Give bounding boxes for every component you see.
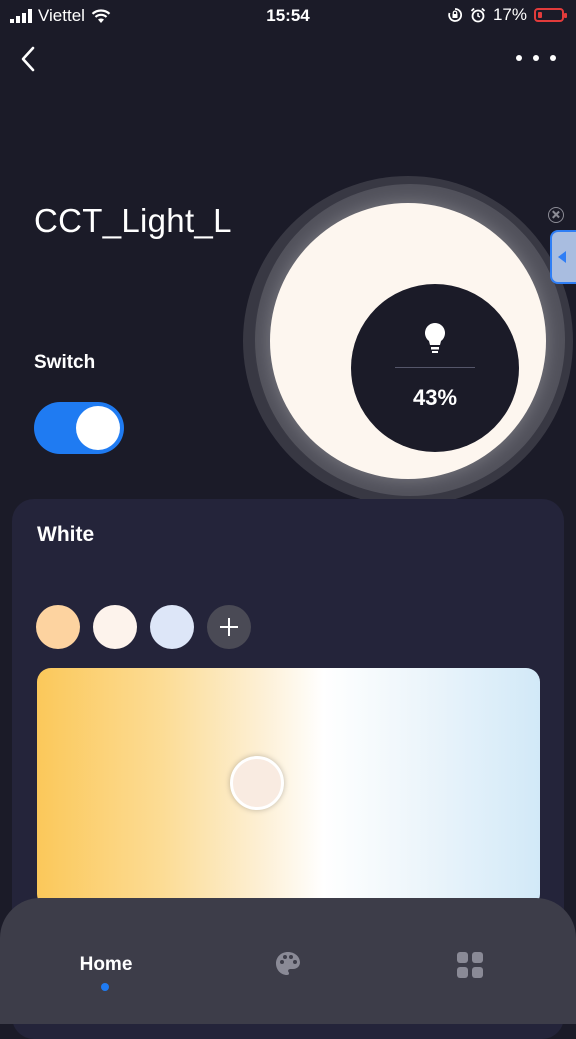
lightbulb-icon [425,323,445,353]
swatch-warm[interactable] [36,605,80,649]
device-name: CCT_Light_L [34,202,232,239]
add-swatch-button[interactable] [207,605,251,649]
power-toggle[interactable] [34,402,124,454]
battery-level [538,12,542,18]
color-temperature-knob[interactable] [230,756,284,810]
more-button[interactable] [516,46,556,70]
swatch-cool[interactable] [150,605,194,649]
bottom-nav: Home [0,898,576,1024]
toggle-knob [76,406,120,450]
color-temperature-pad[interactable] [37,668,540,908]
palette-icon[interactable] [274,950,302,978]
white-title: White [37,523,95,546]
swatch-neutral[interactable] [93,605,137,649]
status-bar: Viettel 15:54 17% [0,0,576,32]
brightness-ring[interactable]: 43% [270,203,546,479]
brightness-dial[interactable]: 43% [243,176,573,506]
chevron-left-icon [21,46,35,72]
brightness-value: 43% [412,385,458,410]
active-indicator [101,983,109,991]
grid-icon[interactable] [456,951,484,979]
back-button[interactable] [14,40,50,80]
divider [395,367,475,368]
alarm-icon [470,7,486,23]
brightness-center: 43% [351,284,519,452]
side-panel-tab[interactable] [550,230,576,284]
battery-percent: 17% [492,5,527,24]
orientation-lock-icon [448,8,462,22]
more-icon [516,55,522,61]
close-icon[interactable] [548,207,564,223]
switch-label: Switch [34,352,96,373]
caret-left-icon [558,251,566,263]
battery-icon [534,8,567,22]
nav-home[interactable]: Home [56,954,156,976]
